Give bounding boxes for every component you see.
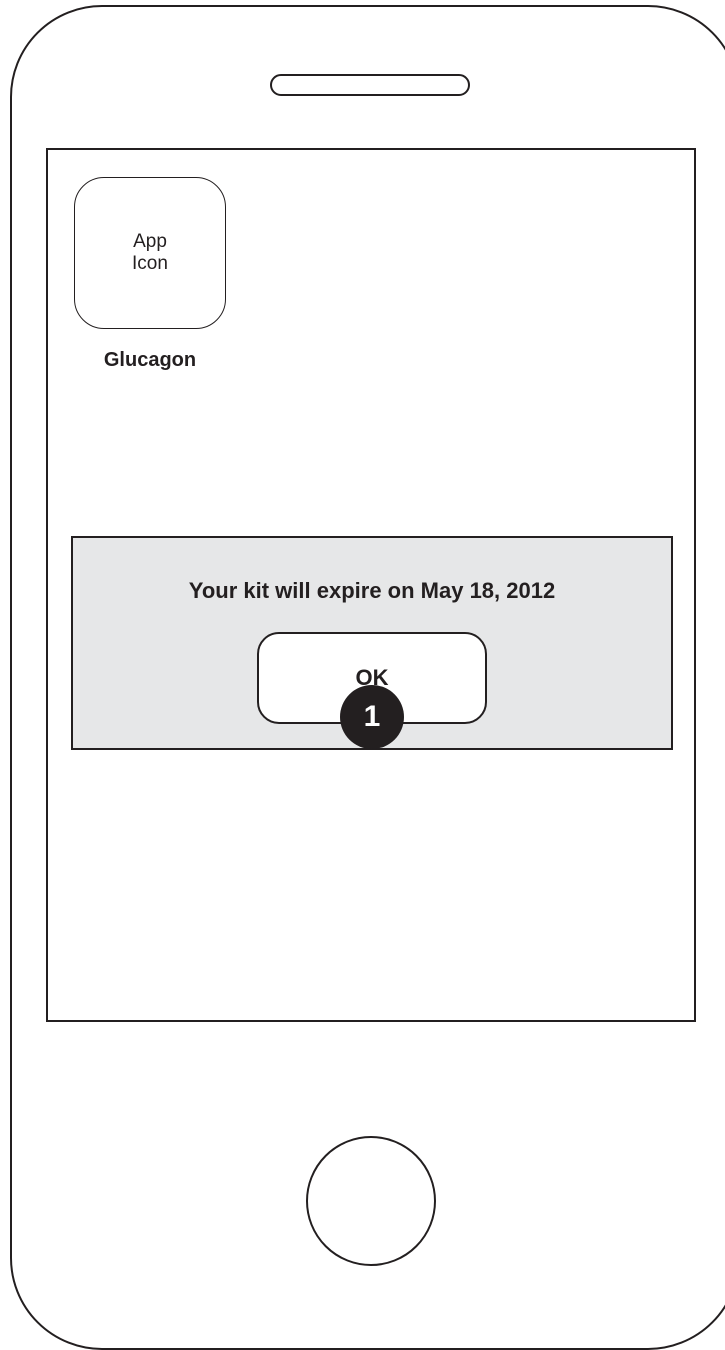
callout-number: 1 [363, 700, 381, 733]
app-icon-placeholder-label: App Icon [132, 231, 168, 274]
speaker-slot [270, 74, 470, 96]
alert-message: Your kit will expire on May 18, 2012 [188, 578, 556, 603]
app-icon[interactable]: App Icon [74, 177, 226, 329]
home-button[interactable] [306, 1136, 436, 1266]
callout-badge: 1 [340, 685, 404, 749]
app-name-label: Glucagon [103, 349, 197, 371]
